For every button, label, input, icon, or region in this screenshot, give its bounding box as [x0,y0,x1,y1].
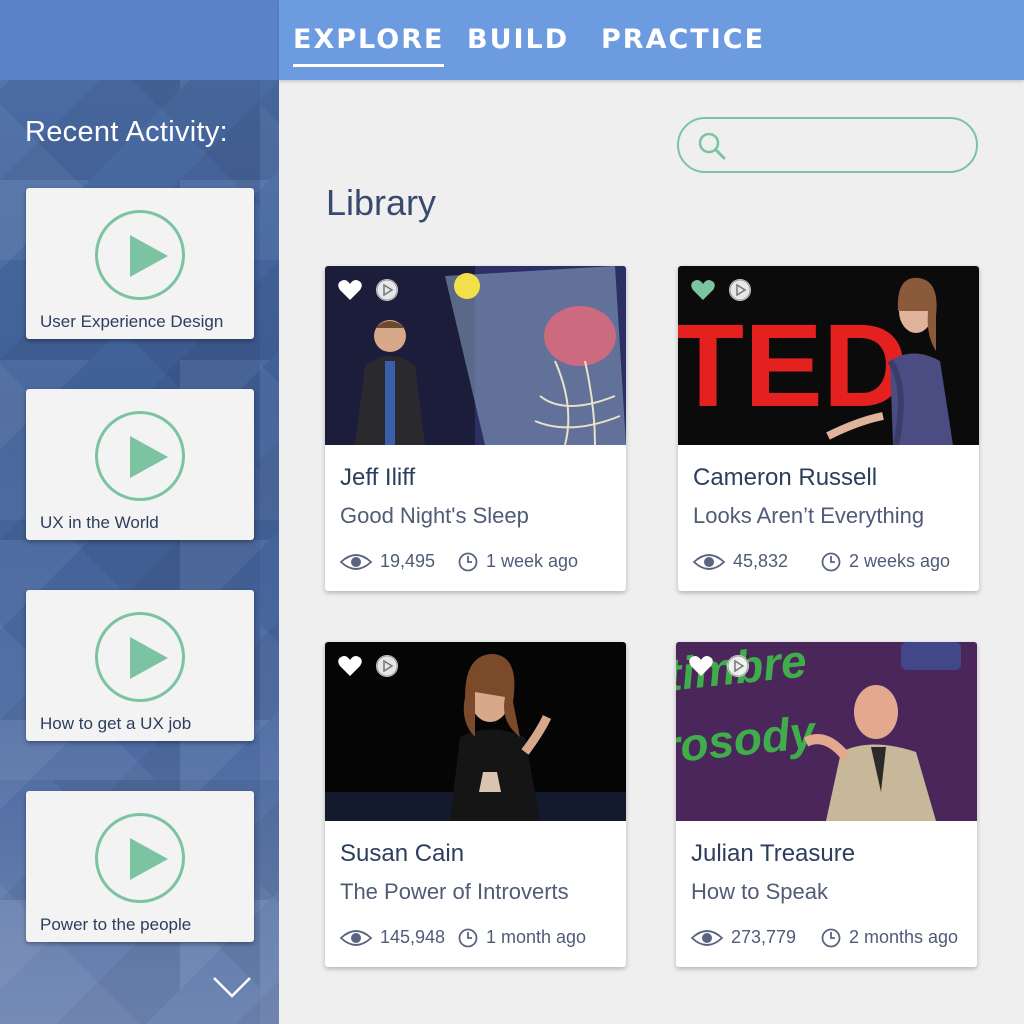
posted-time: 2 months ago [849,927,959,947]
recent-activity-title: Recent Activity: [25,116,229,148]
heart-icon[interactable] [688,654,714,678]
play-icon [95,411,185,501]
talk-title: The Power of Introverts [340,879,569,904]
recent-item-label: Power to the people [40,915,192,934]
eye-icon [340,930,372,946]
clock-icon [458,928,478,948]
recent-item-label: UX in the World [40,513,159,532]
play-icon [95,210,185,300]
eye-icon [693,554,725,570]
chevron-down-icon[interactable] [212,972,252,1000]
play-circle-icon[interactable] [375,654,399,678]
play-icon [95,612,185,702]
sidebar-header [0,0,279,80]
clock-icon [458,552,478,572]
search-input[interactable] [737,127,957,163]
video-card[interactable]: Jeff Iliff Good Night's Sleep 19,495 1 w… [325,266,626,591]
posted-time: 1 month ago [486,927,587,947]
video-meta: 273,779 2 months ago [691,926,971,950]
play-circle-icon[interactable] [728,278,752,302]
clock-icon [821,552,841,572]
speaker-name: Susan Cain [340,840,465,867]
video-card[interactable]: timbre rosody Julian Treasure How to Spe… [676,642,977,967]
heart-icon[interactable] [337,654,363,678]
talk-title: Looks Aren’t Everything [693,503,925,528]
video-meta: 45,832 2 weeks ago [693,550,973,574]
recent-item-label: User Experience Design [40,312,224,331]
video-thumbnail[interactable]: TED [678,266,979,445]
play-icon [95,813,185,903]
sidebar: Recent Activity: User Experience Design … [0,0,279,1024]
posted-time: 1 week ago [486,551,579,571]
view-count: 273,779 [731,927,797,947]
video-card[interactable]: Susan Cain The Power of Introverts 145,9… [325,642,626,967]
tab-build[interactable]: BUILD [467,24,569,55]
search-icon [698,132,726,160]
eye-icon [340,554,372,570]
search-bar[interactable] [677,117,978,173]
tab-practice[interactable]: PRACTICE [601,24,765,55]
heart-icon[interactable] [690,278,716,302]
play-circle-icon[interactable] [375,278,399,302]
top-nav: EXPLORE BUILD PRACTICE [279,0,1024,80]
speaker-name: Cameron Russell [693,464,878,491]
ted-logo-text: TED [678,300,908,432]
view-count: 45,832 [733,551,789,571]
recent-item[interactable]: UX in the World [26,389,254,540]
clock-icon [821,928,841,948]
recent-item[interactable]: Power to the people [26,791,254,942]
video-thumbnail[interactable] [325,642,626,821]
talk-title: How to Speak [691,879,828,904]
eye-icon [691,930,723,946]
library-title: Library [326,182,437,223]
recent-item-label: How to get a UX job [40,714,192,733]
speaker-name: Julian Treasure [691,840,856,867]
posted-time: 2 weeks ago [849,551,951,571]
video-card[interactable]: TED Cameron Russell Looks Aren’t Everyth… [678,266,979,591]
recent-item[interactable]: How to get a UX job [26,590,254,741]
speaker-name: Jeff Iliff [340,464,416,491]
video-thumbnail[interactable]: timbre rosody [676,642,977,821]
tab-explore[interactable]: EXPLORE [293,24,445,67]
video-thumbnail[interactable] [325,266,626,445]
view-count: 19,495 [380,551,436,571]
recent-item[interactable]: User Experience Design [26,188,254,339]
view-count: 145,948 [380,927,446,947]
heart-icon[interactable] [337,278,363,302]
talk-title: Good Night's Sleep [340,503,529,528]
video-meta: 19,495 1 week ago [340,550,620,574]
play-circle-icon[interactable] [726,654,750,678]
video-meta: 145,948 1 month ago [340,926,620,950]
